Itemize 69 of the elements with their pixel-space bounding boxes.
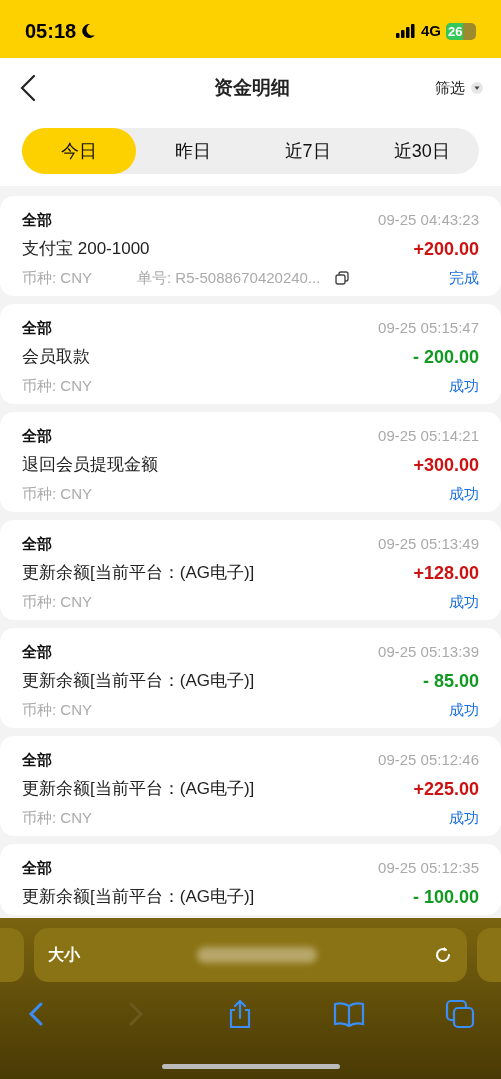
- reload-icon[interactable]: [433, 945, 453, 965]
- record-card[interactable]: 全部 09-25 05:13:49 更新余额[当前平台：(AG电子)] +128.00 币种: CNY 成功: [0, 520, 501, 620]
- record-amount: - 200.00: [412, 346, 479, 368]
- period-tab[interactable]: 今日: [22, 128, 137, 174]
- record-currency: 币种: CNY: [22, 592, 93, 612]
- adjacent-tab[interactable]: [0, 928, 24, 982]
- period-tab[interactable]: 近7日: [250, 128, 365, 174]
- period-tab[interactable]: 近30日: [364, 128, 479, 174]
- record-amount: - 100.00: [412, 886, 479, 908]
- period-tab[interactable]: 昨日: [136, 128, 251, 174]
- record-card[interactable]: 全部 09-25 05:14:21 退回会员提现金额 +300.00 币种: CNY 成功: [0, 412, 501, 512]
- book-icon[interactable]: [332, 1001, 365, 1027]
- record-title: 会员取款: [22, 346, 90, 368]
- clock: 05:18: [25, 19, 77, 44]
- adjacent-tab[interactable]: [477, 928, 501, 982]
- record-category: 全部: [22, 534, 52, 554]
- record-time: 09-25 05:12:46: [378, 750, 479, 770]
- record-currency: 币种: CNY: [22, 484, 93, 504]
- order-number: 单号: R5-5088670420240...: [137, 268, 321, 288]
- record-status: 完成: [449, 268, 479, 288]
- record-category: 全部: [22, 858, 52, 878]
- record-currency: 币种: CNY: [22, 808, 93, 828]
- record-category: 全部: [22, 210, 52, 230]
- record-category: 全部: [22, 642, 52, 662]
- caret-icon: [471, 82, 483, 94]
- text-size-button[interactable]: 大小: [48, 943, 80, 967]
- record-title: 更新余额[当前平台：(AG电子)]: [22, 670, 255, 692]
- record-category: 全部: [22, 426, 52, 446]
- battery-indicator: 26: [446, 22, 476, 40]
- record-currency: 币种: CNY: [22, 376, 93, 396]
- record-title: 更新余额[当前平台：(AG电子)]: [22, 778, 255, 800]
- record-status: 成功: [449, 808, 479, 828]
- record-time: 09-25 05:15:47: [378, 318, 479, 338]
- record-card[interactable]: 全部 09-25 05:12:46 更新余额[当前平台：(AG电子)] +225.00 币种: CNY 成功: [0, 736, 501, 836]
- record-amount: +300.00: [413, 454, 479, 476]
- page-title: 资金明细: [212, 75, 291, 100]
- network-label: 4G: [421, 20, 441, 41]
- record-time: 09-25 05:14:21: [378, 426, 479, 446]
- address-bar[interactable]: 大小: [34, 928, 467, 982]
- moon-icon: [80, 23, 97, 39]
- record-currency: 币种: CNY: [22, 700, 93, 720]
- record-status: 成功: [449, 376, 479, 396]
- record-category: 全部: [22, 750, 52, 770]
- tabs-icon[interactable]: [445, 999, 475, 1029]
- record-currency: 币种: CNY: [22, 268, 93, 288]
- record-amount: - 85.00: [422, 670, 479, 692]
- record-category: 全部: [22, 318, 52, 338]
- record-title: 更新余额[当前平台：(AG电子)]: [22, 562, 255, 584]
- record-time: 09-25 04:43:23: [378, 210, 479, 230]
- record-time: 09-25 05:12:35: [378, 858, 479, 878]
- record-amount: +128.00: [413, 562, 479, 584]
- record-title: 更新余额[当前平台：(AG电子)]: [22, 886, 255, 908]
- record-time: 09-25 05:13:39: [378, 642, 479, 662]
- record-amount: +225.00: [413, 778, 479, 800]
- record-title: 退回会员提现金额: [22, 454, 158, 476]
- filter-button[interactable]: 筛选: [435, 76, 483, 100]
- record-title: 支付宝 200-1000: [22, 238, 150, 260]
- record-status: 成功: [449, 592, 479, 612]
- record-status: 成功: [449, 484, 479, 504]
- record-card[interactable]: 全部 09-25 04:43:23 支付宝 200-1000 +200.00 币种: CNY 单号: R5-5088670420240... 完成: [0, 196, 501, 296]
- signal-icon: [396, 24, 416, 38]
- record-card[interactable]: 全部 09-25 05:13:39 更新余额[当前平台：(AG电子)] - 85.00 币种: CNY 成功: [0, 628, 501, 728]
- record-status: 成功: [449, 700, 479, 720]
- record-card[interactable]: 全部 09-25 05:15:47 会员取款 - 200.00 币种: CNY 成功: [0, 304, 501, 404]
- record-amount: +200.00: [413, 238, 479, 260]
- record-time: 09-25 05:13:49: [378, 534, 479, 554]
- back-icon[interactable]: [18, 74, 38, 102]
- record-card[interactable]: 全部 09-25 05:12:35 更新余额[当前平台：(AG电子)] - 100.00: [0, 844, 501, 915]
- copy-icon[interactable]: [334, 270, 351, 286]
